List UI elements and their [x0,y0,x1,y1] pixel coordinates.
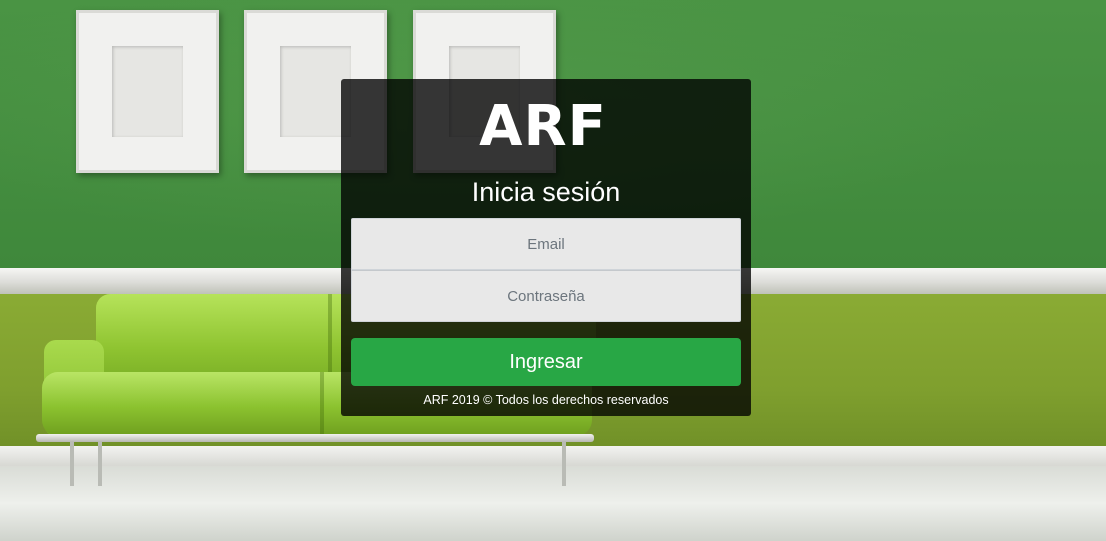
sofa-leg [562,442,566,486]
login-card: ARF Inicia sesión Ingresar ARF 2019 © To… [341,79,751,416]
sofa-base [36,434,594,442]
password-input[interactable] [351,270,741,322]
sofa-leg [98,442,102,486]
login-title: Inicia sesión [471,177,621,207]
brand-logo: ARF [479,94,607,159]
frame-mat [112,46,183,137]
background-picture-frame [76,10,219,173]
sofa-seam [328,294,332,384]
sofa-seam [320,372,324,436]
email-input[interactable] [351,218,741,270]
copyright-footer: ARF 2019 © Todos los derechos reservados [423,393,669,407]
background-scene: ARF Inicia sesión Ingresar ARF 2019 © To… [0,0,1106,541]
sofa-leg [70,442,74,486]
login-submit-button[interactable]: Ingresar [351,338,741,386]
